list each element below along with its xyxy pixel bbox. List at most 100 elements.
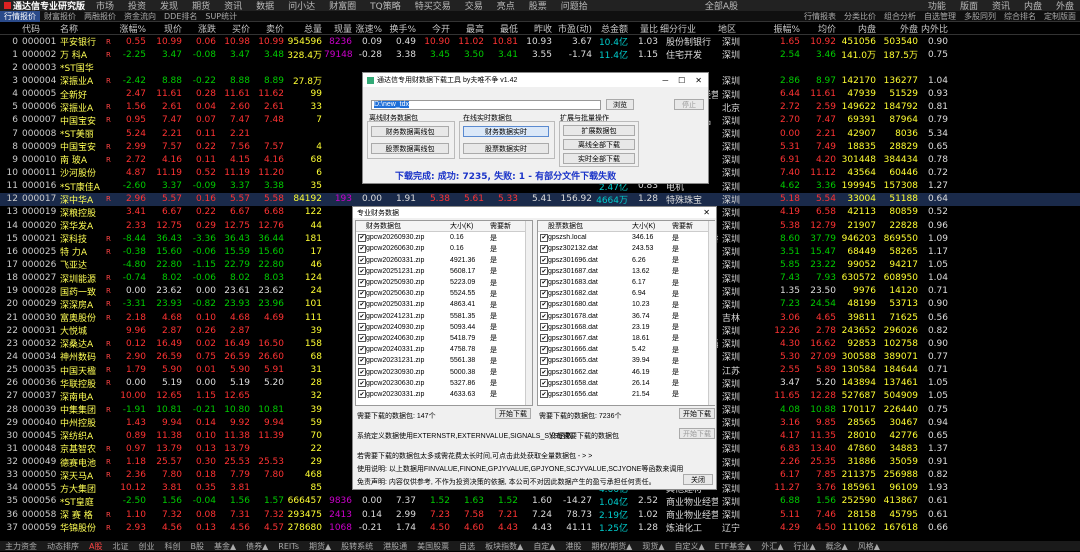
finance-table-checkbox[interactable]: ✔ (356, 289, 366, 298)
finance-table-checkbox[interactable]: ✔ (356, 368, 366, 377)
stock-table-checkbox[interactable]: ✔ (538, 267, 548, 276)
column-header-cell[interactable]: 现价 (148, 22, 184, 35)
maximize-button[interactable]: ☐ (678, 76, 685, 85)
status-tab[interactable]: 现货▲ (637, 541, 669, 552)
toolbar-item[interactable]: 行情报价 (0, 10, 40, 22)
status-tab[interactable]: A股 (84, 541, 107, 552)
stock-table-checkbox[interactable]: ✔ (538, 323, 548, 332)
status-tab[interactable]: 风格▲ (853, 541, 885, 552)
status-tab[interactable]: 港股 (560, 541, 586, 552)
toolbar-right-item[interactable]: 综合排名 (1000, 11, 1040, 22)
status-tab[interactable]: 动态排序 (42, 541, 84, 552)
toolbar-right-item[interactable]: 组合分析 (880, 11, 920, 22)
status-tab[interactable]: 行业▲ (789, 541, 821, 552)
column-header-cell[interactable]: 昨收 (520, 22, 554, 35)
finance-table-checkbox[interactable]: ✔ (356, 356, 366, 365)
finance-table-row[interactable]: ✔ gpcw20250630.zip 5524.55 是 (356, 288, 532, 299)
column-header-cell[interactable]: 均价 (802, 22, 838, 35)
status-tab[interactable]: B股 (185, 541, 209, 552)
finance-table-row[interactable]: ✔ gpcw20260930.zip 0.16 是 (356, 232, 532, 243)
stock-row[interactable]: 1 000002 万 科A R -2.25 3.47 -0.08 3.47 3.48 328.4万… (0, 48, 1080, 62)
column-header-cell[interactable]: 市盈(动) (554, 22, 594, 35)
stock-table-row[interactable]: ✔ gpsz301683.dat 6.17 是 (538, 277, 714, 288)
status-tab[interactable]: 股转系统 (336, 541, 378, 552)
stock-table-checkbox[interactable]: ✔ (538, 312, 548, 321)
status-tab[interactable]: 基金▲ (209, 541, 241, 552)
left-scrollbar[interactable] (525, 221, 532, 405)
finance-table-row[interactable]: ✔ gpcw20231231.zip 5561.38 是 (356, 355, 532, 366)
stock-table-checkbox[interactable]: ✔ (538, 345, 548, 354)
stock-table-row[interactable]: ✔ gpsz301662.dat 46.19 是 (538, 366, 714, 377)
finance-table-row[interactable]: ✔ gpcw20241231.zip 5581.35 是 (356, 311, 532, 322)
finance-table-checkbox[interactable]: ✔ (356, 334, 366, 343)
finance-table-checkbox[interactable]: ✔ (356, 345, 366, 354)
stock-row[interactable]: 12 000017 深中华A R 2.96 5.57 0.16 5.57 5.58 84192 19… (0, 192, 1080, 206)
finance-offline-button[interactable]: 财务数据离线包 (371, 126, 449, 137)
stock-table-row[interactable]: ✔ gpsz301668.dat 23.19 是 (538, 322, 714, 333)
full-pack-link[interactable]: 若需要下载的数据包太多或需花费太长时间,可点击此处获取全量数据包 - > > (357, 451, 592, 461)
status-tab[interactable]: 外汇▲ (756, 541, 788, 552)
stock-table-row[interactable]: ✔ gpsz301678.dat 36.74 是 (538, 311, 714, 322)
stock-row[interactable]: 36 000058 深 赛 格 R 1.10 7.32 0.08 7.31 7.32 293475… (0, 508, 1080, 522)
sys-start-button[interactable]: 开始下载 (679, 428, 715, 439)
stock-table-row[interactable]: ✔ gpsz301696.dat 6.26 是 (538, 255, 714, 266)
stock-table-row[interactable]: ✔ gpsz301680.dat 10.23 是 (538, 299, 714, 310)
status-tab[interactable]: 北证 (107, 541, 133, 552)
stop-button[interactable]: 停止 (674, 99, 704, 110)
column-header-cell[interactable]: 涨幅% (114, 22, 148, 35)
finance-table-row[interactable]: ✔ gpcw20230630.zip 5327.86 是 (356, 378, 532, 389)
column-header-cell[interactable]: 今开 (418, 22, 452, 35)
toolbar-item[interactable]: DDE排名 (160, 11, 201, 22)
finance-table-checkbox[interactable]: ✔ (356, 267, 366, 276)
column-header-cell[interactable]: 振幅% (768, 22, 802, 35)
dialog2-close-button[interactable]: ✕ (703, 208, 710, 217)
stock-table-row[interactable]: ✔ gpsz302132.dat 243.53 是 (538, 243, 714, 254)
stock-table-checkbox[interactable]: ✔ (538, 278, 548, 287)
column-header-cell[interactable]: 涨跌 (184, 22, 218, 35)
start-left-button[interactable]: 开始下载 (495, 408, 531, 419)
finance-table-checkbox[interactable]: ✔ (356, 256, 366, 265)
column-header-cell[interactable]: 内外比 (920, 22, 950, 35)
stock-table-row[interactable]: ✔ gpsz301682.dat 6.94 是 (538, 288, 714, 299)
column-header-cell[interactable]: 买价 (218, 22, 252, 35)
minimize-button[interactable]: ─ (662, 76, 668, 85)
finance-table-checkbox[interactable]: ✔ (356, 312, 366, 321)
column-header-cell[interactable]: 换手% (384, 22, 418, 35)
column-header-cell[interactable]: 细分行业 (660, 22, 718, 35)
finance-table-row[interactable]: ✔ gpcw20251231.zip 5608.17 是 (356, 266, 532, 277)
column-header-cell[interactable]: 涨速% (354, 22, 384, 35)
column-header-cell[interactable]: 名称 (60, 22, 106, 35)
stock-row[interactable]: 35 000056 *ST皇庭 -2.50 1.56 -0.04 1.56 1.57 66645… (0, 495, 1080, 508)
toolbar-item[interactable]: 资金流向 (120, 11, 160, 22)
close-button[interactable]: ✕ (695, 76, 702, 85)
column-header-cell[interactable]: 最高 (452, 22, 486, 35)
stock-offline-button[interactable]: 股票数据离线包 (371, 143, 449, 154)
status-tab[interactable]: 美国股票 (412, 541, 454, 552)
status-tab[interactable]: 期货▲ (304, 541, 336, 552)
stock-table-checkbox[interactable]: ✔ (538, 256, 548, 265)
status-tab[interactable]: 创业 (133, 541, 159, 552)
stock-online-button[interactable]: 股票数据实时 (463, 143, 549, 154)
status-tab[interactable]: 自定义▲ (669, 541, 709, 552)
status-tab[interactable]: 科创 (159, 541, 185, 552)
status-tab[interactable]: 期权/期货▲ (586, 541, 637, 552)
extend-pack-button[interactable]: 扩展数据包 (563, 125, 635, 136)
column-header-cell[interactable]: 最低 (486, 22, 520, 35)
status-tab[interactable]: 自定▲ (528, 541, 560, 552)
finance-table-checkbox[interactable]: ✔ (356, 390, 366, 399)
stock-table-checkbox[interactable]: ✔ (538, 244, 548, 253)
toolbar-item[interactable]: 财富报价 (40, 11, 80, 22)
right-scrollbar[interactable] (708, 221, 715, 405)
stock-table-row[interactable]: ✔ gpsz301666.dat 5.42 是 (538, 344, 714, 355)
toolbar-right-item[interactable]: 分类比价 (840, 11, 880, 22)
finance-table-row[interactable]: ✔ gpcw20240630.zip 5418.79 是 (356, 333, 532, 344)
finance-table-checkbox[interactable]: ✔ (356, 278, 366, 287)
column-header-cell[interactable]: 地区 (718, 22, 768, 35)
stock-table-row[interactable]: ✔ gpsz301667.dat 18.61 是 (538, 333, 714, 344)
finance-table-checkbox[interactable]: ✔ (356, 379, 366, 388)
toolbar-right-item[interactable]: 行情报表 (800, 11, 840, 22)
stock-table-checkbox[interactable]: ✔ (538, 334, 548, 343)
offline-all-button[interactable]: 离线全部下载 (563, 139, 635, 150)
finance-table-row[interactable]: ✔ gpcw20260630.zip 0.16 是 (356, 243, 532, 254)
status-tab[interactable]: 自选 (454, 541, 480, 552)
